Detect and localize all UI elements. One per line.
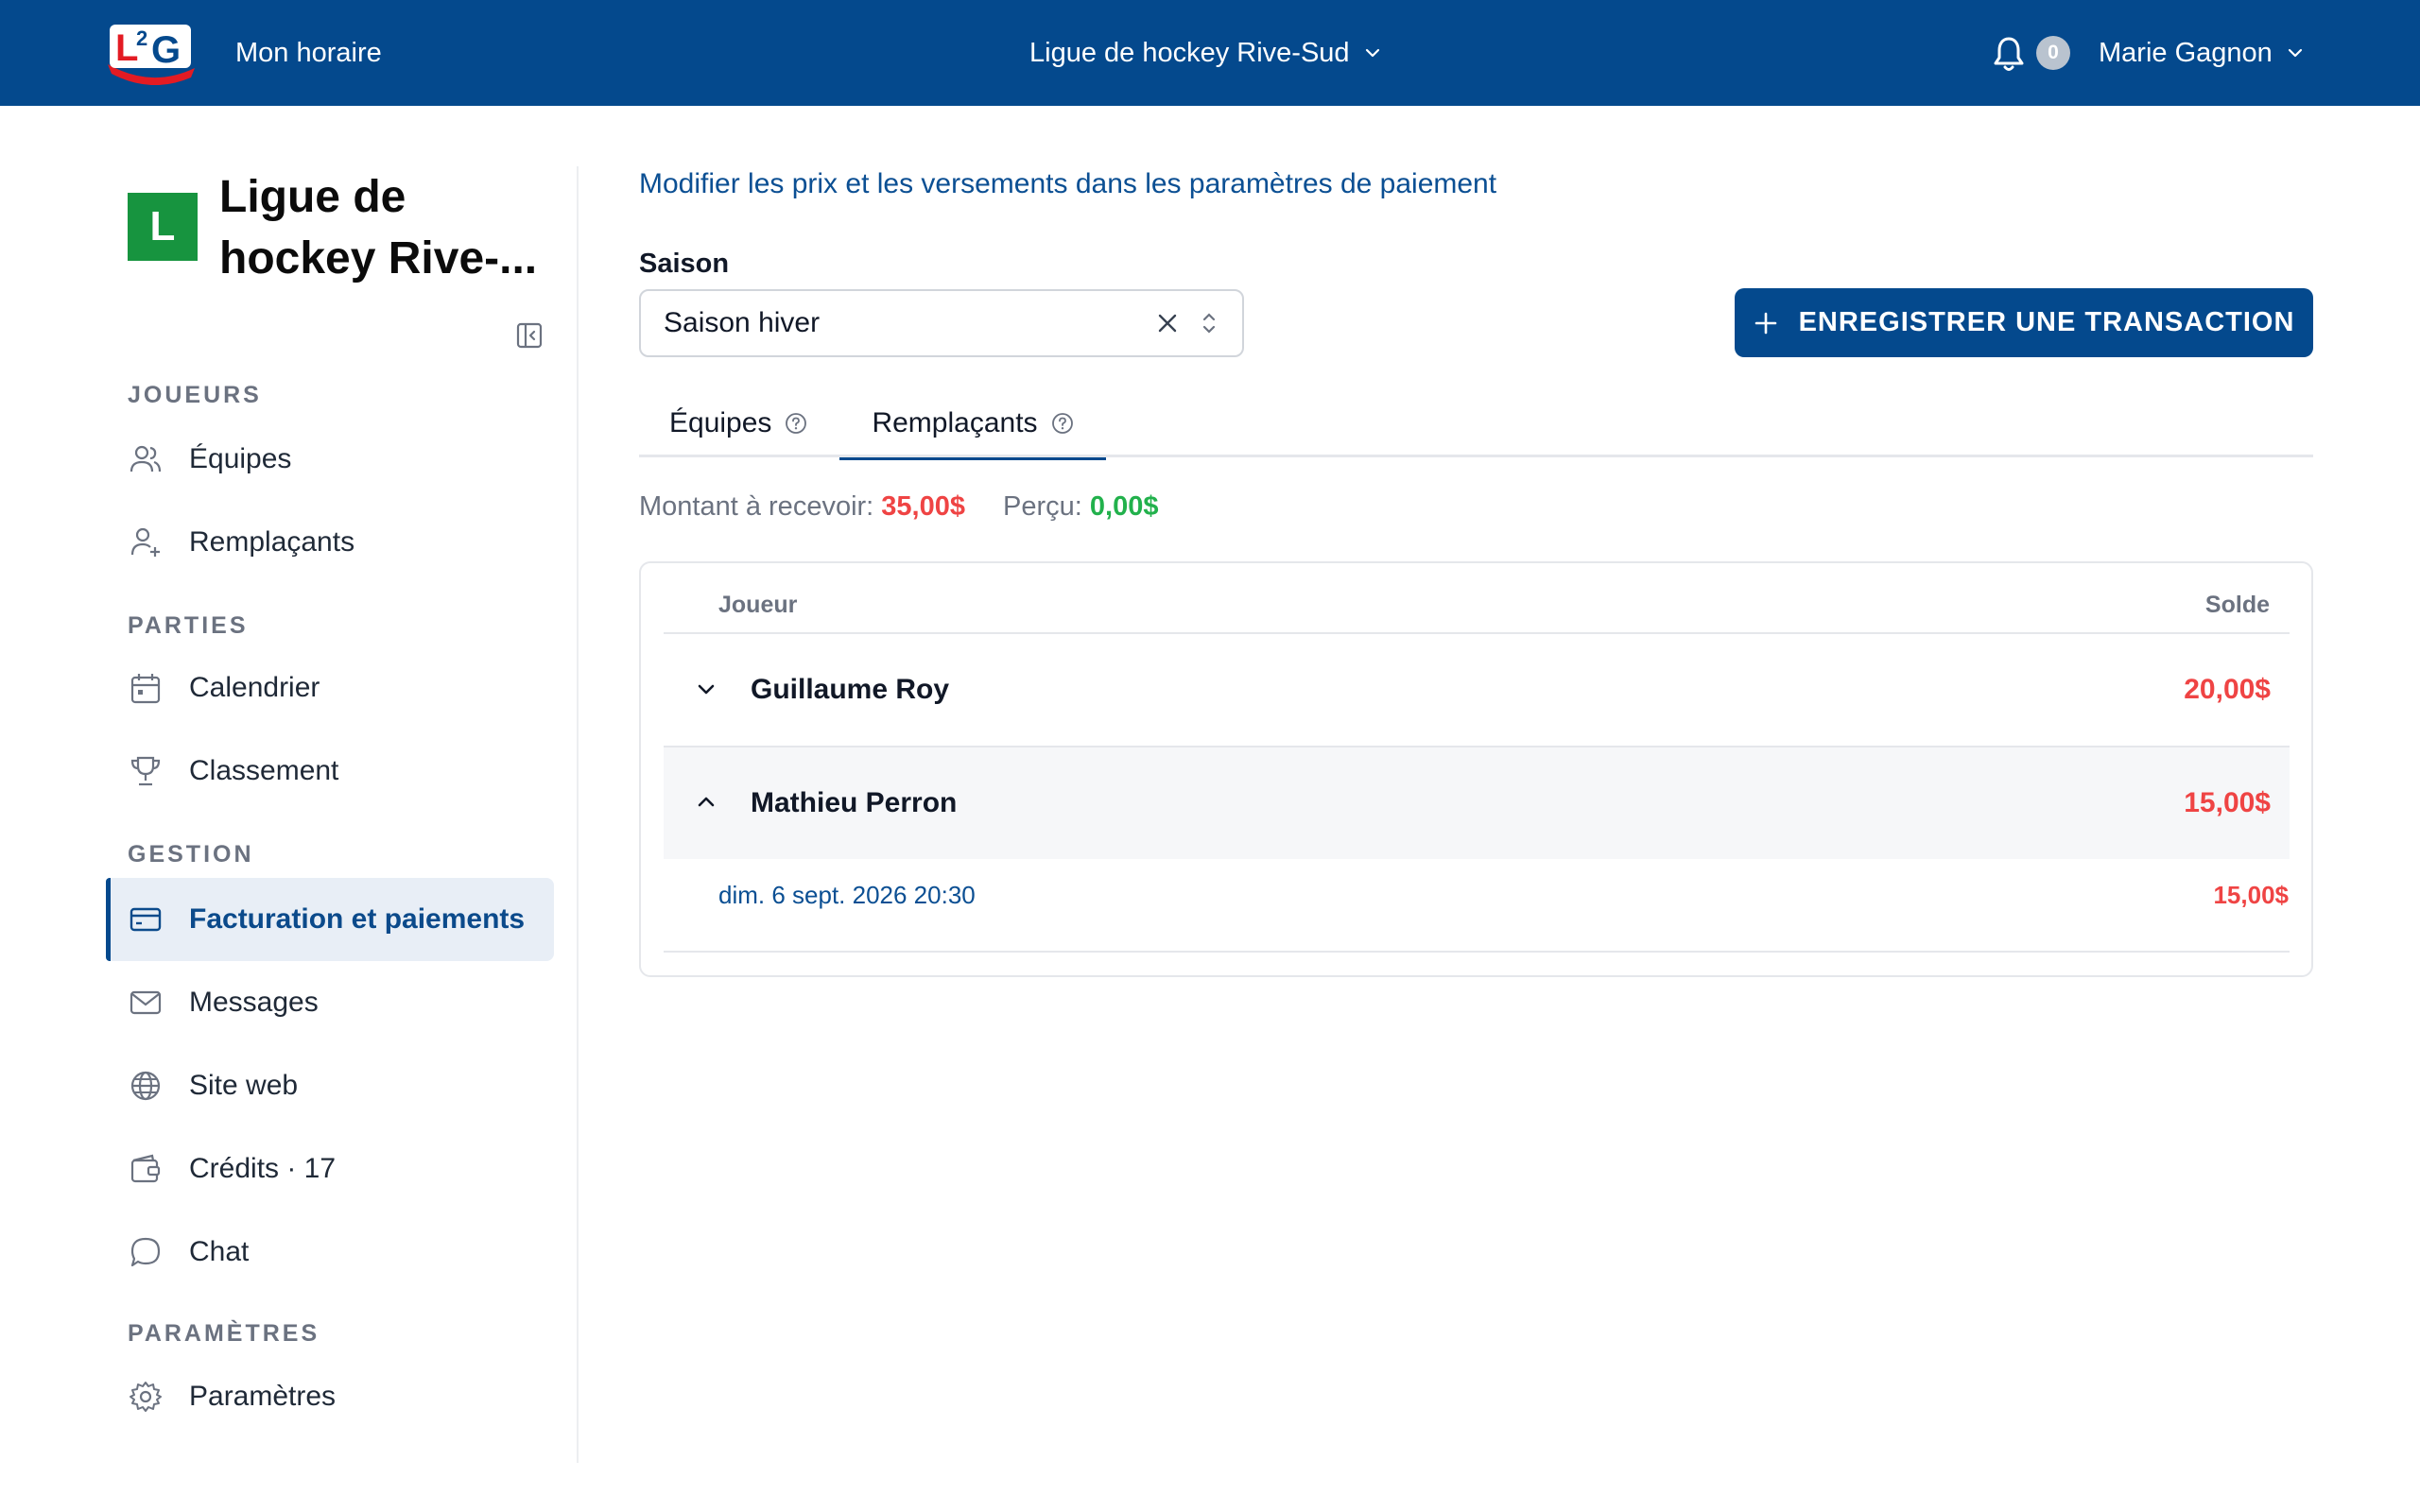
sidebar-item-label: Classement bbox=[189, 755, 339, 786]
app-logo[interactable]: L 2 G bbox=[104, 19, 199, 85]
season-select[interactable]: Saison hiver bbox=[639, 289, 1244, 357]
player-name: Guillaume Roy bbox=[751, 674, 950, 705]
substitutes-balance-table: Joueur Solde Guillaume Roy 20,00$ Mathie… bbox=[639, 561, 2313, 977]
sidebar-item-website[interactable]: Site web bbox=[106, 1044, 554, 1127]
player-balance: 15,00$ bbox=[2184, 787, 2271, 818]
sidebar-item-label: Crédits · 17 bbox=[189, 1153, 337, 1184]
sidebar-divider bbox=[577, 166, 579, 1463]
transaction-date[interactable]: dim. 6 sept. 2026 20:30 bbox=[718, 881, 976, 910]
amount-due-value: 35,00$ bbox=[881, 491, 965, 522]
chat-bubble-icon bbox=[128, 1234, 164, 1270]
collapse-sidebar-icon[interactable] bbox=[515, 321, 544, 350]
calendar-icon bbox=[128, 670, 164, 706]
chevron-down-icon bbox=[1365, 48, 1379, 58]
amount-paid-label: Perçu: bbox=[1003, 491, 1082, 522]
help-circle-icon[interactable] bbox=[1051, 412, 1074, 435]
sidebar-item-label: Chat bbox=[189, 1236, 250, 1267]
payment-settings-link[interactable]: Modifier les prix et les versements dans… bbox=[639, 168, 1496, 200]
help-circle-icon[interactable] bbox=[785, 412, 807, 435]
credit-card-icon bbox=[128, 902, 164, 937]
season-label: Saison bbox=[639, 249, 730, 279]
user-menu[interactable]: Marie Gagnon bbox=[2099, 0, 2305, 106]
wallet-icon bbox=[128, 1151, 164, 1187]
section-title-games: PARTIES bbox=[128, 612, 249, 639]
users-icon bbox=[128, 441, 164, 477]
sidebar-item-calendar[interactable]: Calendrier bbox=[106, 646, 554, 730]
amount-due-label: Montant à recevoir: bbox=[639, 491, 874, 522]
section-title-settings: PARAMÈTRES bbox=[128, 1320, 320, 1347]
sidebar-item-label: Paramètres bbox=[189, 1381, 337, 1412]
league-selector-label: Ligue de hockey Rive-Sud bbox=[1029, 37, 1350, 68]
sidebar-item-billing[interactable]: Facturation et paiements bbox=[106, 878, 554, 961]
tab-substitutes[interactable]: Remplaçants bbox=[839, 389, 1106, 460]
section-title-management: GESTION bbox=[128, 841, 254, 868]
close-icon[interactable] bbox=[1155, 311, 1180, 335]
amount-due: Montant à recevoir: 35,00$ bbox=[639, 491, 965, 523]
my-schedule-link[interactable]: Mon horaire bbox=[235, 0, 382, 106]
tab-label: Équipes bbox=[669, 407, 772, 438]
amount-paid: Perçu: 0,00$ bbox=[1003, 491, 1158, 523]
sidebar-item-label: Équipes bbox=[189, 443, 292, 474]
svg-text:G: G bbox=[151, 29, 181, 71]
chevron-down-icon bbox=[2288, 48, 2302, 58]
column-header-balance: Solde bbox=[2204, 592, 2270, 618]
balance-summary: Montant à recevoir: 35,00$ Perçu: 0,00$ bbox=[639, 491, 1158, 523]
user-plus-icon bbox=[128, 524, 164, 560]
sidebar-item-label: Site web bbox=[189, 1070, 299, 1101]
sidebar-item-settings[interactable]: Paramètres bbox=[106, 1355, 554, 1438]
league-selector[interactable]: Ligue de hockey Rive-Sud bbox=[1029, 0, 1382, 106]
section-title-players: JOUEURS bbox=[128, 382, 262, 408]
svg-text:2: 2 bbox=[136, 26, 147, 50]
tabs: Équipes Remplaçants bbox=[639, 389, 2313, 460]
sidebar-item-label: Messages bbox=[189, 987, 319, 1018]
tab-label: Remplaçants bbox=[872, 407, 1038, 438]
organization-name: Ligue de hockey Rive-... bbox=[219, 172, 538, 284]
transaction-amount: 15,00$ bbox=[2213, 881, 2289, 909]
organization-avatar: L bbox=[128, 193, 198, 261]
row-divider bbox=[664, 951, 2290, 953]
bell-icon[interactable] bbox=[1992, 35, 2026, 73]
record-transaction-button[interactable]: ENREGISTRER UNE TRANSACTION bbox=[1735, 288, 2313, 357]
player-balance: 20,00$ bbox=[2184, 674, 2271, 705]
sidebar-item-standings[interactable]: Classement bbox=[106, 730, 554, 813]
tab-teams[interactable]: Équipes bbox=[669, 389, 807, 457]
chevron-down-icon[interactable] bbox=[694, 677, 718, 701]
trophy-icon bbox=[128, 753, 164, 789]
column-header-player: Joueur bbox=[718, 592, 798, 618]
table-row[interactable]: Mathieu Perron 15,00$ bbox=[664, 747, 2290, 859]
top-navigation-bar: L 2 G Mon horaire Ligue de hockey Rive-S… bbox=[0, 0, 2420, 106]
plus-icon bbox=[1754, 312, 1776, 334]
globe-icon bbox=[128, 1068, 164, 1104]
chevron-up-icon[interactable] bbox=[694, 790, 718, 815]
sidebar-item-substitutes[interactable]: Remplaçants bbox=[106, 501, 554, 584]
season-select-value: Saison hiver bbox=[664, 307, 821, 338]
mail-icon bbox=[128, 985, 164, 1021]
sidebar-item-messages[interactable]: Messages bbox=[106, 961, 554, 1044]
sidebar-item-label: Calendrier bbox=[189, 672, 320, 703]
user-name: Marie Gagnon bbox=[2099, 37, 2273, 68]
sidebar-item-label: Remplaçants bbox=[189, 526, 355, 558]
sidebar-item-credits[interactable]: Crédits · 17 bbox=[106, 1127, 554, 1211]
notification-count-badge: 0 bbox=[2036, 36, 2070, 70]
gear-icon bbox=[128, 1379, 164, 1415]
svg-text:L: L bbox=[115, 27, 138, 69]
sidebar-item-chat[interactable]: Chat bbox=[106, 1211, 554, 1294]
sidebar-item-label: Facturation et paiements bbox=[189, 903, 526, 935]
player-name: Mathieu Perron bbox=[751, 787, 958, 818]
record-transaction-label: ENREGISTRER UNE TRANSACTION bbox=[1798, 307, 2295, 337]
chevron-up-down-icon bbox=[1202, 313, 1216, 334]
amount-paid-value: 0,00$ bbox=[1089, 491, 1159, 522]
table-row[interactable]: Guillaume Roy 20,00$ bbox=[664, 634, 2290, 746]
sidebar-item-teams[interactable]: Équipes bbox=[106, 418, 554, 501]
